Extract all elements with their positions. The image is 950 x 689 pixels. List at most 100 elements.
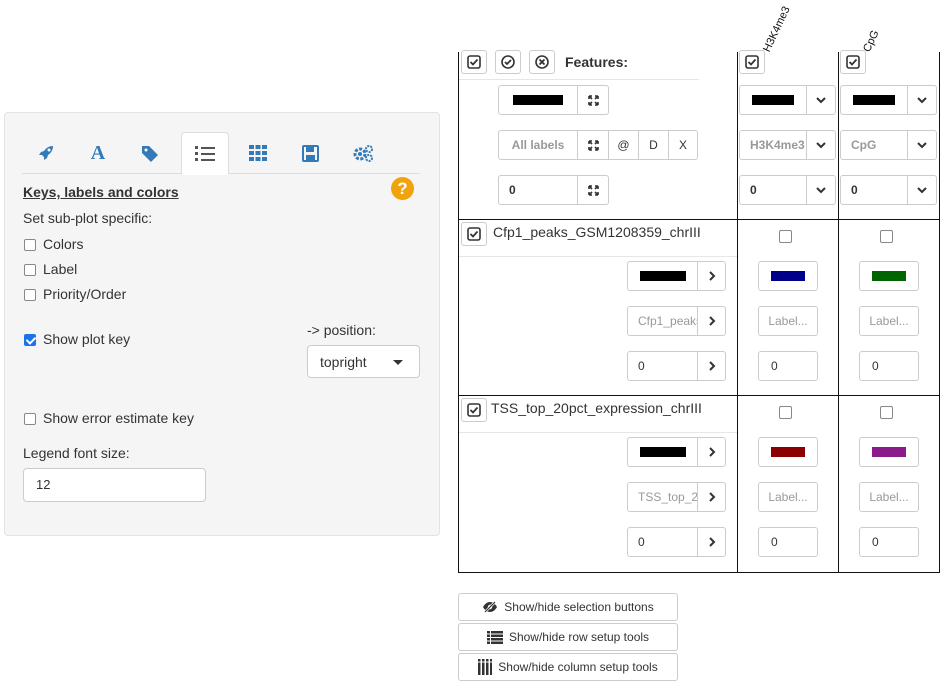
tab-grid[interactable] bbox=[234, 132, 282, 174]
color-swatch bbox=[513, 95, 563, 105]
row-order-input-cfp1[interactable]: 0 bbox=[627, 351, 698, 381]
check-square-icon bbox=[467, 403, 481, 417]
cell-color-cfp1-cpg[interactable] bbox=[859, 261, 919, 291]
row-color-picker-cfp1[interactable] bbox=[627, 261, 698, 291]
priority-checkbox[interactable] bbox=[24, 288, 36, 304]
color-swatch bbox=[771, 271, 805, 281]
cpg-color-dropdown[interactable] bbox=[907, 85, 937, 115]
times-circle-icon bbox=[535, 55, 549, 69]
show-plot-key-checkbox[interactable] bbox=[24, 333, 36, 349]
color-swatch bbox=[872, 271, 906, 281]
cell-checkbox-tss-cpg[interactable] bbox=[880, 406, 893, 419]
tab-rocket[interactable] bbox=[22, 132, 70, 174]
chevron-down-icon bbox=[816, 97, 826, 104]
chevron-right-icon bbox=[708, 492, 715, 502]
cell-color-tss-h3k4me3[interactable] bbox=[758, 437, 818, 467]
grid-icon bbox=[249, 145, 267, 161]
cpg-color-picker[interactable] bbox=[840, 85, 908, 115]
cpg-label-input[interactable]: CpG bbox=[840, 130, 908, 160]
row-label-placeholder-cfp1: Cfp1_peaks_GSM1208359_chrIII bbox=[638, 314, 697, 328]
all-labels-input[interactable]: All labels bbox=[498, 130, 578, 160]
d-button[interactable]: D bbox=[638, 130, 669, 160]
tab-save[interactable] bbox=[286, 132, 334, 174]
cell-order-cfp1-h3k4me3[interactable]: 0 bbox=[758, 351, 818, 381]
cell-label-cfp1-cpg[interactable]: Label... bbox=[859, 306, 919, 336]
features-order-expand-button[interactable] bbox=[577, 175, 609, 205]
cell-color-tss-cpg[interactable] bbox=[859, 437, 919, 467]
cell-order-value: 0 bbox=[872, 535, 879, 549]
row-color-picker-tss[interactable] bbox=[627, 437, 698, 467]
at-button[interactable]: @ bbox=[608, 130, 639, 160]
cell-label-cfp1-h3k4me3[interactable]: Label... bbox=[758, 306, 818, 336]
show-error-key-checkbox[interactable] bbox=[24, 412, 36, 428]
row-color-apply-cfp1[interactable] bbox=[697, 261, 726, 291]
colors-checkbox[interactable] bbox=[24, 238, 36, 254]
toggle-row-setup[interactable]: Show/hide row setup tools bbox=[458, 623, 678, 651]
check-square-icon bbox=[467, 227, 481, 241]
toggle-selection-buttons[interactable]: Show/hide selection buttons bbox=[458, 593, 678, 621]
features-order-input[interactable]: 0 bbox=[498, 175, 578, 205]
legend-font-input[interactable]: 12 bbox=[23, 468, 206, 502]
cell-label-tss-h3k4me3[interactable]: Label... bbox=[758, 482, 818, 512]
subplot-specific-label: Set sub-plot specific: bbox=[23, 210, 153, 226]
row-select-cfp1[interactable] bbox=[461, 222, 487, 246]
cell-label-placeholder: Label... bbox=[768, 490, 808, 504]
column-select-cpg[interactable] bbox=[840, 50, 866, 74]
row-color-apply-tss[interactable] bbox=[697, 437, 726, 467]
toggle-column-setup[interactable]: Show/hide column setup tools bbox=[458, 653, 678, 681]
tab-cogs[interactable] bbox=[339, 132, 387, 174]
tab-keys[interactable] bbox=[181, 132, 229, 175]
color-swatch bbox=[853, 95, 895, 105]
cell-order-tss-h3k4me3[interactable]: 0 bbox=[758, 527, 818, 557]
cpg-label-dropdown[interactable] bbox=[907, 130, 937, 160]
priority-label: Priority/Order bbox=[43, 286, 127, 302]
list-icon bbox=[486, 630, 503, 644]
row-label-input-cfp1[interactable]: Cfp1_peaks_GSM1208359_chrIII bbox=[627, 306, 698, 336]
labels-expand-button[interactable] bbox=[577, 130, 609, 160]
row-order-input-tss[interactable]: 0 bbox=[627, 527, 698, 557]
row-order-apply-tss[interactable] bbox=[697, 527, 726, 557]
label-checkbox[interactable] bbox=[24, 263, 36, 279]
cell-checkbox-tss-h3k4me3[interactable] bbox=[779, 406, 792, 419]
rocket-icon bbox=[39, 146, 53, 160]
column-select-h3k4me3[interactable] bbox=[739, 50, 765, 74]
grid-line bbox=[737, 52, 738, 572]
row-name-cfp1: Cfp1_peaks_GSM1208359_chrIII bbox=[493, 224, 701, 240]
cell-checkbox-cfp1-cpg[interactable] bbox=[880, 230, 893, 243]
cell-label-tss-cpg[interactable]: Label... bbox=[859, 482, 919, 512]
uncheck-all-button[interactable] bbox=[529, 50, 555, 74]
tab-tags[interactable] bbox=[127, 132, 175, 174]
expand-icon bbox=[587, 94, 599, 106]
row-label-apply-tss[interactable] bbox=[697, 482, 726, 512]
cell-order-tss-cpg[interactable]: 0 bbox=[859, 527, 919, 557]
row-label-apply-cfp1[interactable] bbox=[697, 306, 726, 336]
cell-color-cfp1-h3k4me3[interactable] bbox=[758, 261, 818, 291]
h3k4me3-order-dropdown[interactable] bbox=[806, 175, 836, 205]
x-button[interactable]: X bbox=[668, 130, 698, 160]
row-order-apply-cfp1[interactable] bbox=[697, 351, 726, 381]
features-color-expand-button[interactable] bbox=[577, 85, 609, 115]
features-color-picker[interactable] bbox=[498, 85, 578, 115]
position-select[interactable]: topright bbox=[307, 345, 420, 378]
row-select-tss[interactable] bbox=[461, 398, 487, 422]
h3k4me3-label-dropdown[interactable] bbox=[806, 130, 836, 160]
cell-order-value: 0 bbox=[771, 359, 778, 373]
legend-font-label: Legend font size: bbox=[23, 445, 130, 461]
color-swatch bbox=[872, 447, 906, 457]
cpg-order-dropdown[interactable] bbox=[907, 175, 937, 205]
h3k4me3-color-picker[interactable] bbox=[739, 85, 807, 115]
row-label-input-tss[interactable]: TSS_top_20pct_expression_chrIII bbox=[627, 482, 698, 512]
h3k4me3-label-input[interactable]: H3K4me3 bbox=[739, 130, 807, 160]
colors-label: Colors bbox=[43, 236, 84, 252]
cpg-order-input[interactable]: 0 bbox=[840, 175, 908, 205]
h3k4me3-order-input[interactable]: 0 bbox=[739, 175, 807, 205]
select-all-button[interactable] bbox=[461, 50, 487, 74]
cell-checkbox-cfp1-h3k4me3[interactable] bbox=[779, 230, 792, 243]
tags-icon bbox=[142, 146, 158, 162]
h3k4me3-color-dropdown[interactable] bbox=[806, 85, 836, 115]
tab-font[interactable]: A bbox=[74, 132, 122, 174]
show-error-key-label: Show error estimate key bbox=[43, 410, 194, 426]
help-icon[interactable]: ? bbox=[391, 177, 414, 200]
check-all-button[interactable] bbox=[495, 50, 521, 74]
cell-order-cfp1-cpg[interactable]: 0 bbox=[859, 351, 919, 381]
